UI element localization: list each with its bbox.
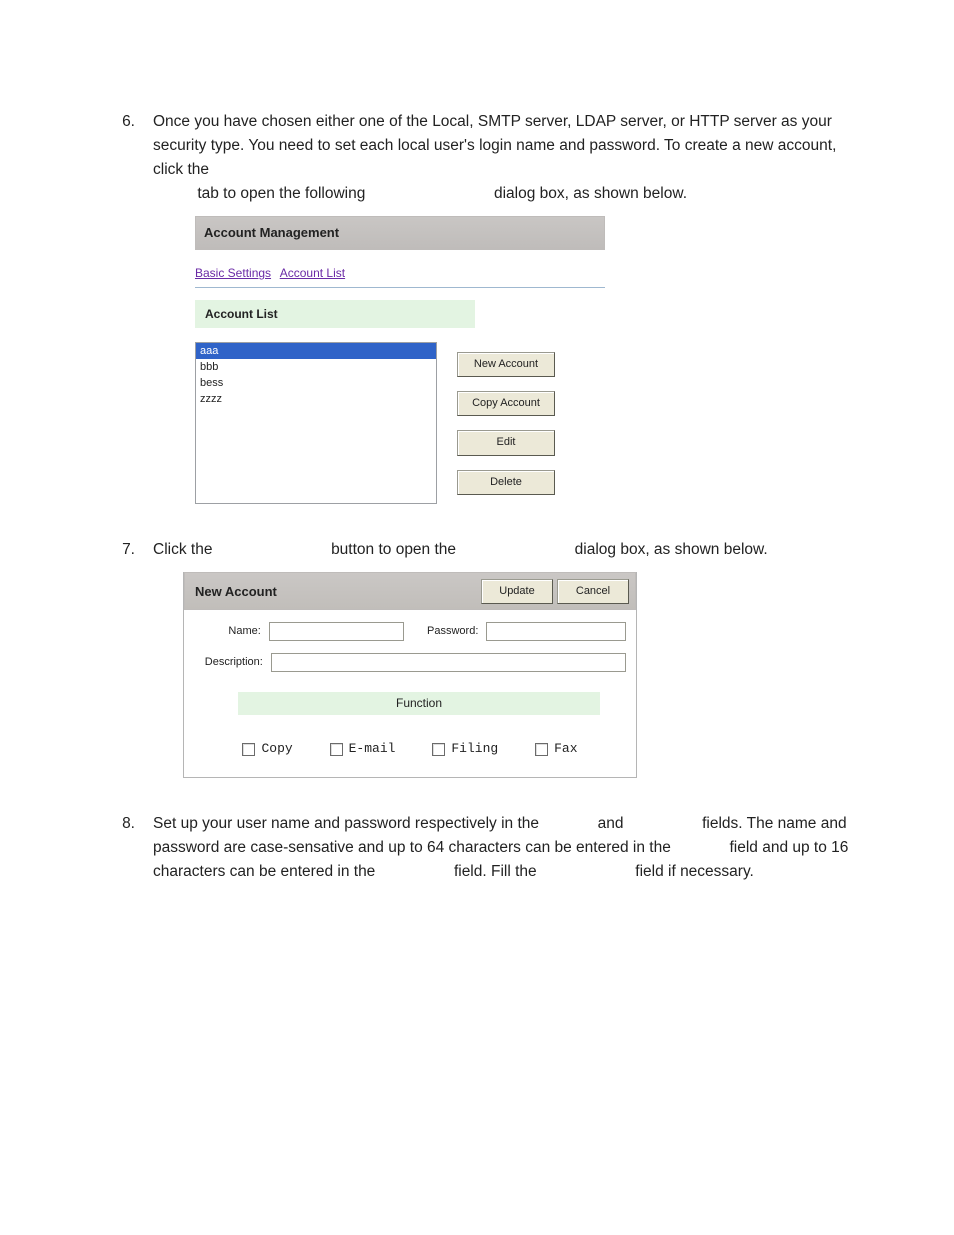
step-8-text-f: field if necessary. <box>635 863 754 880</box>
name-label: Name: <box>194 623 263 640</box>
tab-basic-settings[interactable]: Basic Settings <box>195 266 271 280</box>
account-management-dialog: Account Management Basic Settings Accoun… <box>195 216 605 504</box>
delete-button[interactable]: Delete <box>457 470 555 495</box>
password-input[interactable] <box>486 622 626 641</box>
account-listbox[interactable]: aaa bbb bess zzzz <box>195 342 437 504</box>
account-management-title: Account Management <box>195 216 605 250</box>
checkbox-icon <box>242 743 255 756</box>
email-checkbox[interactable]: E-mail <box>330 739 396 759</box>
step-6-text-b: tab to open the following <box>197 185 369 202</box>
step-8-number: 8. <box>105 812 135 884</box>
step-6-number: 6. <box>105 110 135 504</box>
filing-checkbox[interactable]: Filing <box>432 739 498 759</box>
copy-account-button[interactable]: Copy Account <box>457 391 555 416</box>
cancel-button[interactable]: Cancel <box>557 579 629 604</box>
step-7-text-c: dialog box, as shown below. <box>575 541 768 558</box>
checkbox-icon <box>330 743 343 756</box>
password-label: Password: <box>410 623 481 640</box>
step-6-text-c: dialog box, as shown below. <box>494 185 687 202</box>
checkbox-icon <box>535 743 548 756</box>
list-item[interactable]: bess <box>196 375 436 391</box>
list-item[interactable]: bbb <box>196 359 436 375</box>
checkbox-icon <box>432 743 445 756</box>
step-8-text-b: and <box>598 815 628 832</box>
step-8-text-a: Set up your user name and password respe… <box>153 815 543 832</box>
step-7-text-a: Click the <box>153 541 217 558</box>
step-8-text-e: field. Fill the <box>454 863 541 880</box>
account-list-heading: Account List <box>195 300 475 329</box>
tab-account-list[interactable]: Account List <box>280 266 345 280</box>
edit-button[interactable]: Edit <box>457 430 555 455</box>
list-item[interactable]: aaa <box>196 343 436 359</box>
update-button[interactable]: Update <box>481 579 553 604</box>
description-label: Description: <box>194 654 265 671</box>
new-account-button[interactable]: New Account <box>457 352 555 377</box>
step-7-text-b: button to open the <box>331 541 460 558</box>
description-input[interactable] <box>271 653 626 672</box>
fax-checkbox[interactable]: Fax <box>535 739 577 759</box>
new-account-title: New Account <box>195 582 277 602</box>
step-7-number: 7. <box>105 538 135 778</box>
step-6-text-a: Once you have chosen either one of the L… <box>153 113 836 178</box>
name-input[interactable] <box>269 622 404 641</box>
new-account-dialog: New Account Update Cancel Name: Password… <box>183 572 637 778</box>
function-heading: Function <box>238 692 600 715</box>
list-item[interactable]: zzzz <box>196 391 436 407</box>
copy-checkbox[interactable]: Copy <box>242 739 292 759</box>
